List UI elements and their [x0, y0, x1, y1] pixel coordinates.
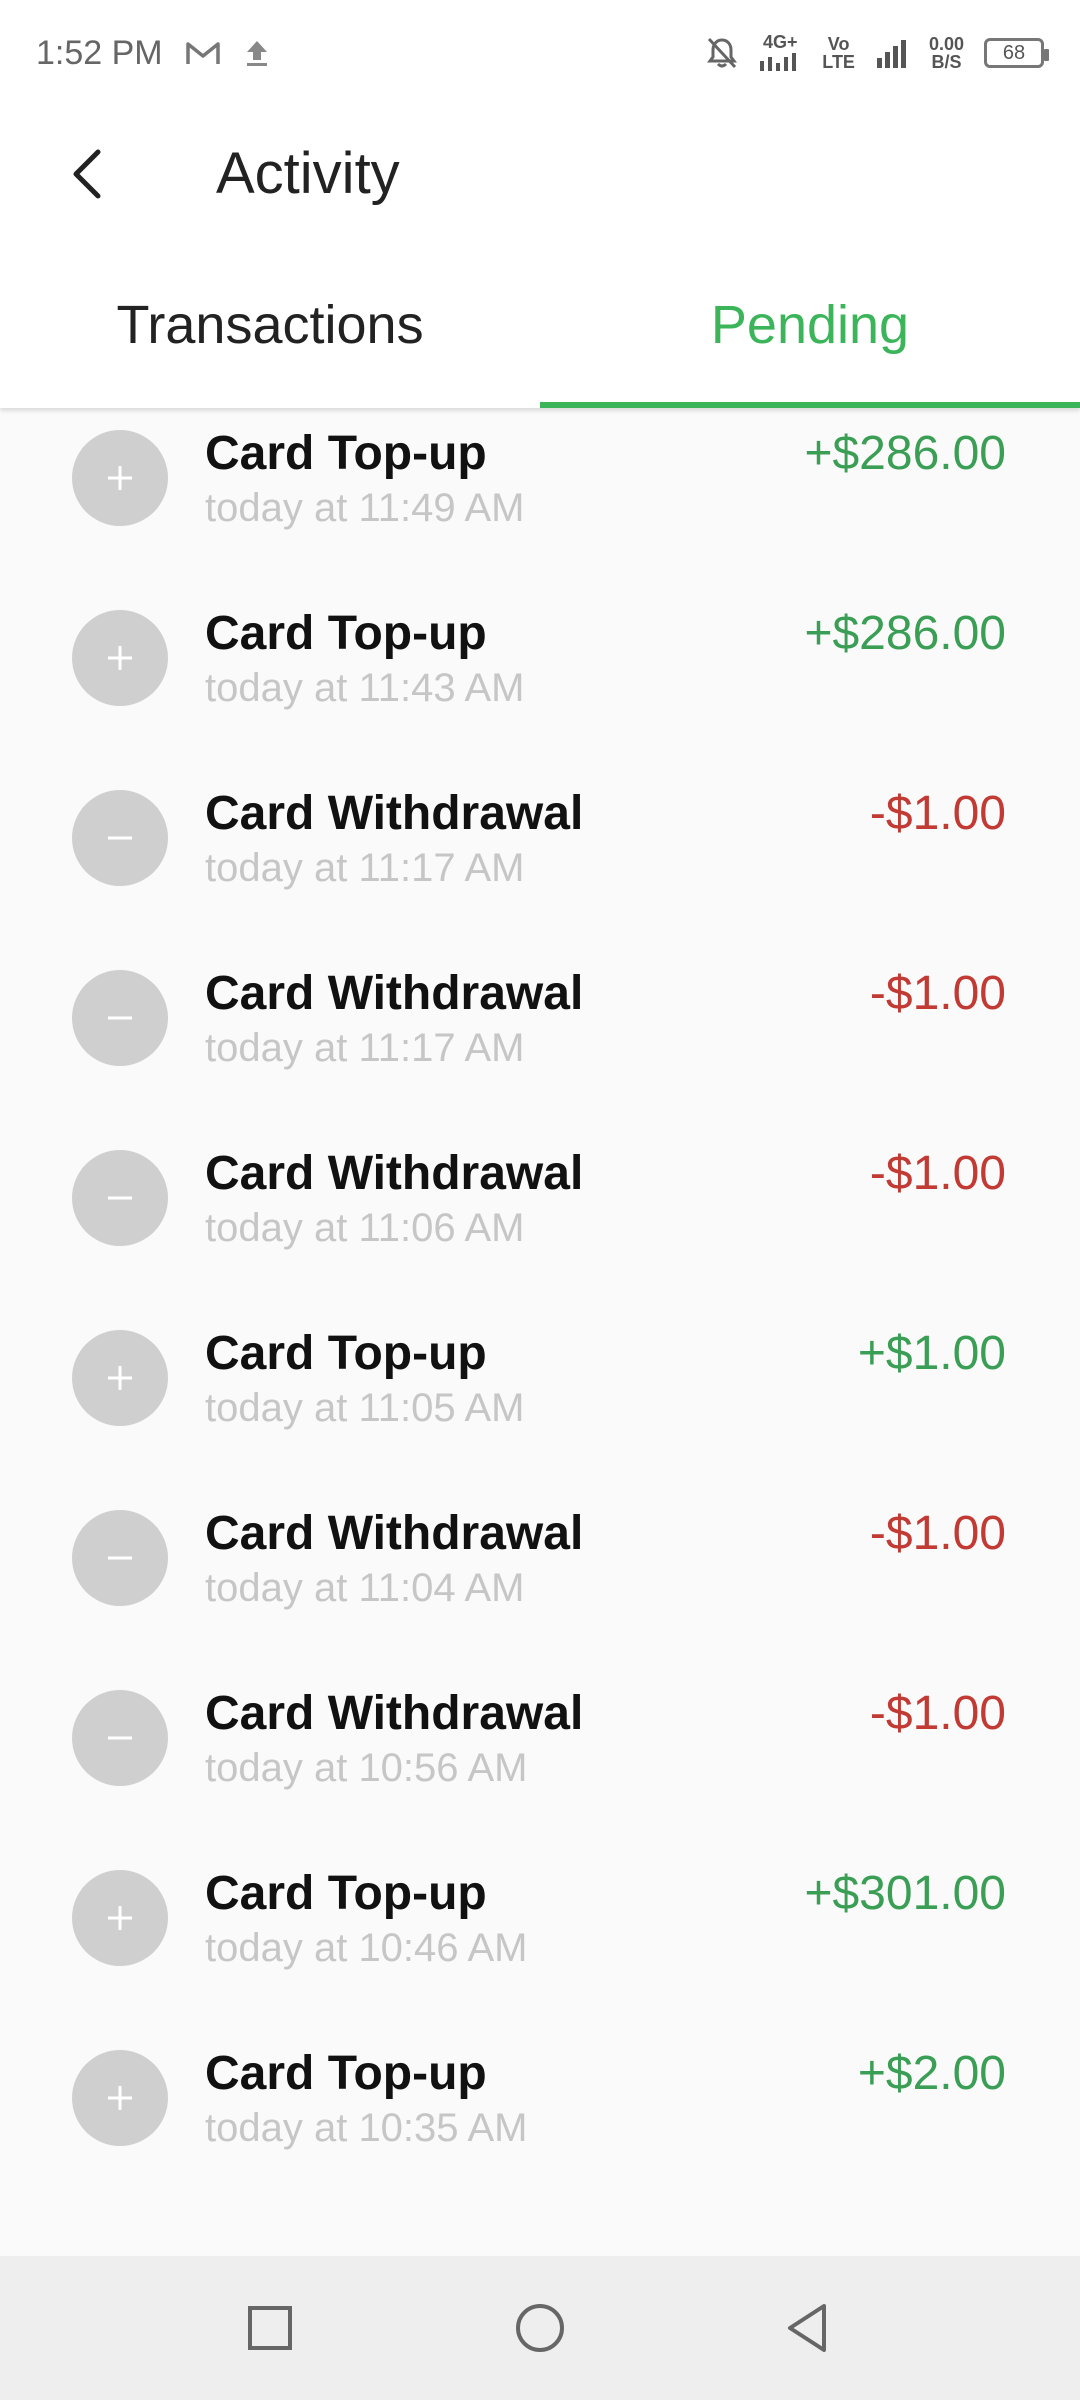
transaction-title: Card Top-up	[205, 2047, 487, 2100]
transaction-title: Card Top-up	[205, 1327, 487, 1380]
page-title: Activity	[216, 141, 400, 206]
list-item[interactable]: Card Withdrawal today at 11:17 AM -$1.00	[0, 928, 1080, 1108]
transaction-time: today at 11:17 AM	[205, 846, 525, 890]
transaction-amount: +$286.00	[804, 607, 1006, 660]
battery-icon: 68	[984, 38, 1049, 68]
transaction-time: today at 10:46 AM	[205, 1926, 528, 1970]
transaction-amount: +$286.00	[804, 427, 1006, 480]
volte-top-label: Vo	[827, 34, 850, 54]
status-right: 4G+ Vo LTE 0.00 B/S 68	[706, 33, 1049, 74]
transaction-time: today at 11:04 AM	[205, 1566, 525, 1610]
transaction-title: Card Top-up	[205, 607, 487, 660]
transaction-amount: +$1.00	[857, 1327, 1006, 1380]
network-4g-label: 4G+	[763, 31, 798, 52]
recents-button[interactable]	[242, 2300, 298, 2356]
signal-icon	[875, 38, 909, 68]
transaction-time: today at 10:35 AM	[205, 2106, 528, 2150]
tab-pending[interactable]: Pending	[540, 242, 1080, 408]
status-time: 1:52 PM	[36, 33, 163, 72]
back-nav-button[interactable]	[780, 2300, 836, 2356]
upload-icon	[243, 38, 271, 68]
plus-icon	[72, 430, 168, 526]
tab-transactions[interactable]: Transactions	[0, 242, 540, 408]
signal-bars-small-icon	[758, 51, 802, 74]
list-item[interactable]: Card Withdrawal today at 11:06 AM -$1.00	[0, 1108, 1080, 1288]
list-item[interactable]: Card Top-up today at 11:43 AM +$286.00	[0, 568, 1080, 748]
plus-icon	[72, 1870, 168, 1966]
chevron-left-icon	[73, 149, 101, 199]
minus-icon	[72, 1510, 168, 1606]
transaction-time: today at 11:49 AM	[205, 486, 525, 530]
gmail-icon	[185, 39, 221, 67]
plus-icon	[72, 2050, 168, 2146]
volte-indicator: Vo LTE	[822, 35, 855, 71]
home-button[interactable]	[512, 2300, 568, 2356]
transaction-title: Card Withdrawal	[205, 1147, 584, 1200]
speed-unit: B/S	[931, 52, 962, 72]
home-circle-icon	[516, 2304, 564, 2352]
transaction-title: Card Withdrawal	[205, 1507, 584, 1560]
app-header: Activity	[0, 106, 1080, 242]
transaction-time: today at 11:43 AM	[205, 666, 525, 710]
transaction-title: Card Withdrawal	[205, 967, 584, 1020]
plus-icon	[72, 610, 168, 706]
speed-value: 0.00	[928, 34, 964, 54]
minus-icon	[72, 790, 168, 886]
transaction-list: Card Top-up today at 11:49 AM +$286.00 C…	[0, 408, 1080, 2188]
network-speed: 0.00 B/S	[929, 35, 964, 71]
transaction-amount: +$301.00	[804, 1867, 1006, 1920]
list-item[interactable]: Card Top-up today at 11:49 AM +$286.00	[0, 408, 1080, 568]
status-bar: 1:52 PM 4G+ Vo LTE 0.00 B/S 68	[0, 0, 1080, 106]
tab-bar: Transactions Pending	[0, 242, 1080, 408]
recents-square-icon	[248, 2306, 292, 2350]
transaction-time: today at 10:56 AM	[205, 1746, 528, 1790]
transaction-time: today at 11:05 AM	[205, 1386, 525, 1430]
transaction-amount: -$1.00	[869, 787, 1006, 840]
back-button[interactable]	[54, 142, 118, 206]
transaction-time: today at 11:06 AM	[205, 1206, 525, 1250]
transaction-title: Card Top-up	[205, 427, 487, 480]
transaction-title: Card Withdrawal	[205, 787, 584, 840]
status-left: 1:52 PM	[36, 34, 271, 73]
transaction-amount: -$1.00	[869, 967, 1006, 1020]
volte-bottom-label: LTE	[822, 52, 855, 72]
system-nav-bar	[0, 2256, 1080, 2400]
list-item[interactable]: Card Top-up today at 10:35 AM +$2.00	[0, 2008, 1080, 2188]
plus-icon	[72, 1330, 168, 1426]
list-item[interactable]: Card Withdrawal today at 11:04 AM -$1.00	[0, 1468, 1080, 1648]
list-item[interactable]: Card Withdrawal today at 11:17 AM -$1.00	[0, 748, 1080, 928]
transaction-amount: -$1.00	[869, 1687, 1006, 1740]
minus-icon	[72, 1150, 168, 1246]
transaction-amount: +$2.00	[857, 2047, 1006, 2100]
minus-icon	[72, 970, 168, 1066]
back-triangle-icon	[788, 2304, 826, 2352]
list-item[interactable]: Card Withdrawal today at 10:56 AM -$1.00	[0, 1648, 1080, 1828]
mute-icon	[706, 36, 738, 70]
transaction-time: today at 11:17 AM	[205, 1026, 525, 1070]
screen: 1:52 PM 4G+ Vo LTE 0.00 B/S 68 Activity …	[0, 0, 1080, 2400]
transaction-title: Card Withdrawal	[205, 1687, 584, 1740]
list-item[interactable]: Card Top-up today at 11:05 AM +$1.00	[0, 1288, 1080, 1468]
battery-level: 68	[1002, 41, 1026, 64]
transaction-amount: -$1.00	[869, 1507, 1006, 1560]
minus-icon	[72, 1690, 168, 1786]
transaction-title: Card Top-up	[205, 1867, 487, 1920]
transaction-amount: -$1.00	[869, 1147, 1006, 1200]
list-item[interactable]: Card Top-up today at 10:46 AM +$301.00	[0, 1828, 1080, 2008]
network-indicator: 4G+	[758, 33, 802, 74]
